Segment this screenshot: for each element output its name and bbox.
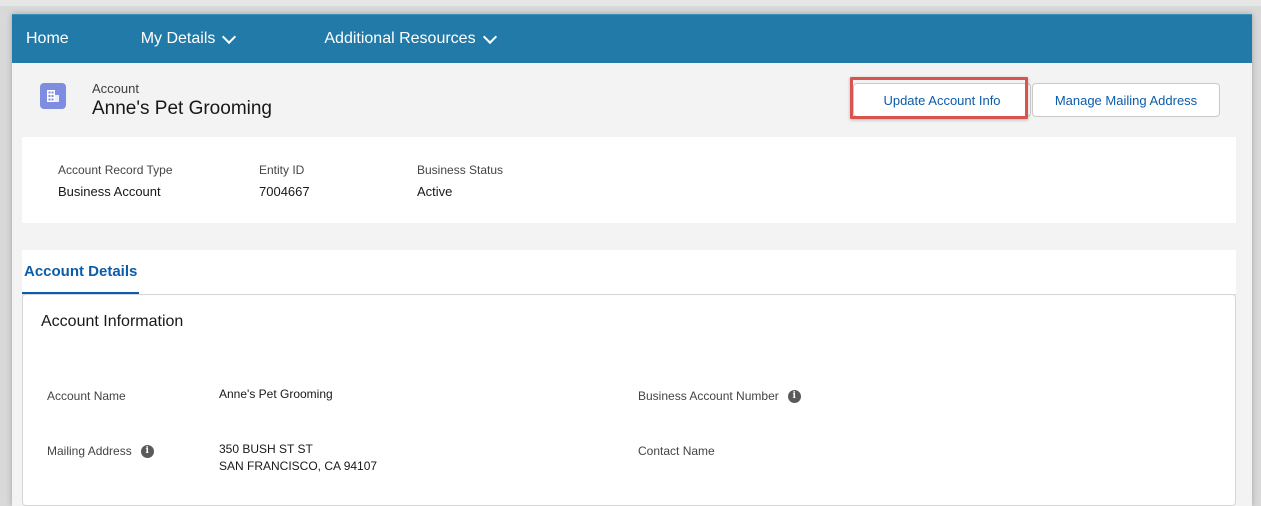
tab-bar: Account Details [22, 250, 1236, 295]
top-navigation: Home My Details Additional Resources [12, 14, 1252, 63]
chevron-down-icon [482, 29, 497, 44]
nav-my-details-label: My Details [140, 30, 216, 47]
account-name-label: Account Name [47, 389, 126, 403]
contact-name-label: Contact Name [638, 444, 715, 458]
object-label: Account [92, 81, 139, 96]
nav-my-details[interactable]: My Details [140, 15, 237, 63]
highlight-business-status: Business Status Active [417, 163, 503, 199]
chevron-down-icon [222, 29, 237, 44]
window-top-strip [0, 0, 1261, 6]
mailing-address-line1: 350 BUSH ST ST [219, 442, 313, 456]
mailing-address-value: 350 BUSH ST ST SAN FRANCISCO, CA 94107 [219, 441, 377, 475]
highlight-entity-id: Entity ID 7004667 [259, 163, 310, 199]
mailing-address-label-text: Mailing Address [47, 444, 132, 458]
nav-home-label: Home [26, 30, 69, 47]
record-header: Account Anne's Pet Grooming Update Accou… [22, 66, 1228, 146]
mailing-address-line2: SAN FRANCISCO, CA 94107 [219, 459, 378, 473]
info-icon[interactable]: i [140, 444, 154, 458]
account-information-section: Account Information Account Name Anne's … [22, 294, 1236, 506]
nav-additional-resources[interactable]: Additional Resources [324, 15, 497, 63]
highlight-value: Business Account [58, 184, 161, 199]
highlight-box [850, 77, 1028, 119]
highlight-label: Entity ID [259, 163, 305, 177]
manage-mailing-address-button[interactable]: Manage Mailing Address [1032, 83, 1220, 117]
business-account-number-label: Business Account Number i [638, 389, 801, 403]
highlight-label: Business Status [417, 163, 504, 177]
account-name-value: Anne's Pet Grooming [219, 387, 333, 401]
highlight-record-type: Account Record Type Business Account [58, 163, 173, 199]
building-icon [40, 83, 66, 109]
highlight-value: 7004667 [259, 184, 310, 199]
nav-additional-resources-label: Additional Resources [324, 30, 476, 47]
section-title: Account Information [41, 313, 184, 330]
info-icon[interactable]: i [787, 389, 801, 403]
highlights-panel: Account Record Type Business Account Ent… [22, 137, 1236, 223]
nav-home[interactable]: Home [26, 15, 69, 63]
contact-name-label-text: Contact Name [638, 444, 715, 458]
highlight-label: Account Record Type [58, 163, 173, 177]
highlight-value: Active [417, 184, 453, 199]
mailing-address-label: Mailing Address i [47, 444, 154, 458]
tab-account-details[interactable]: Account Details [22, 250, 140, 294]
record-name: Anne's Pet Grooming [92, 98, 272, 119]
account-name-label-text: Account Name [47, 389, 126, 403]
business-account-number-label-text: Business Account Number [638, 389, 779, 403]
